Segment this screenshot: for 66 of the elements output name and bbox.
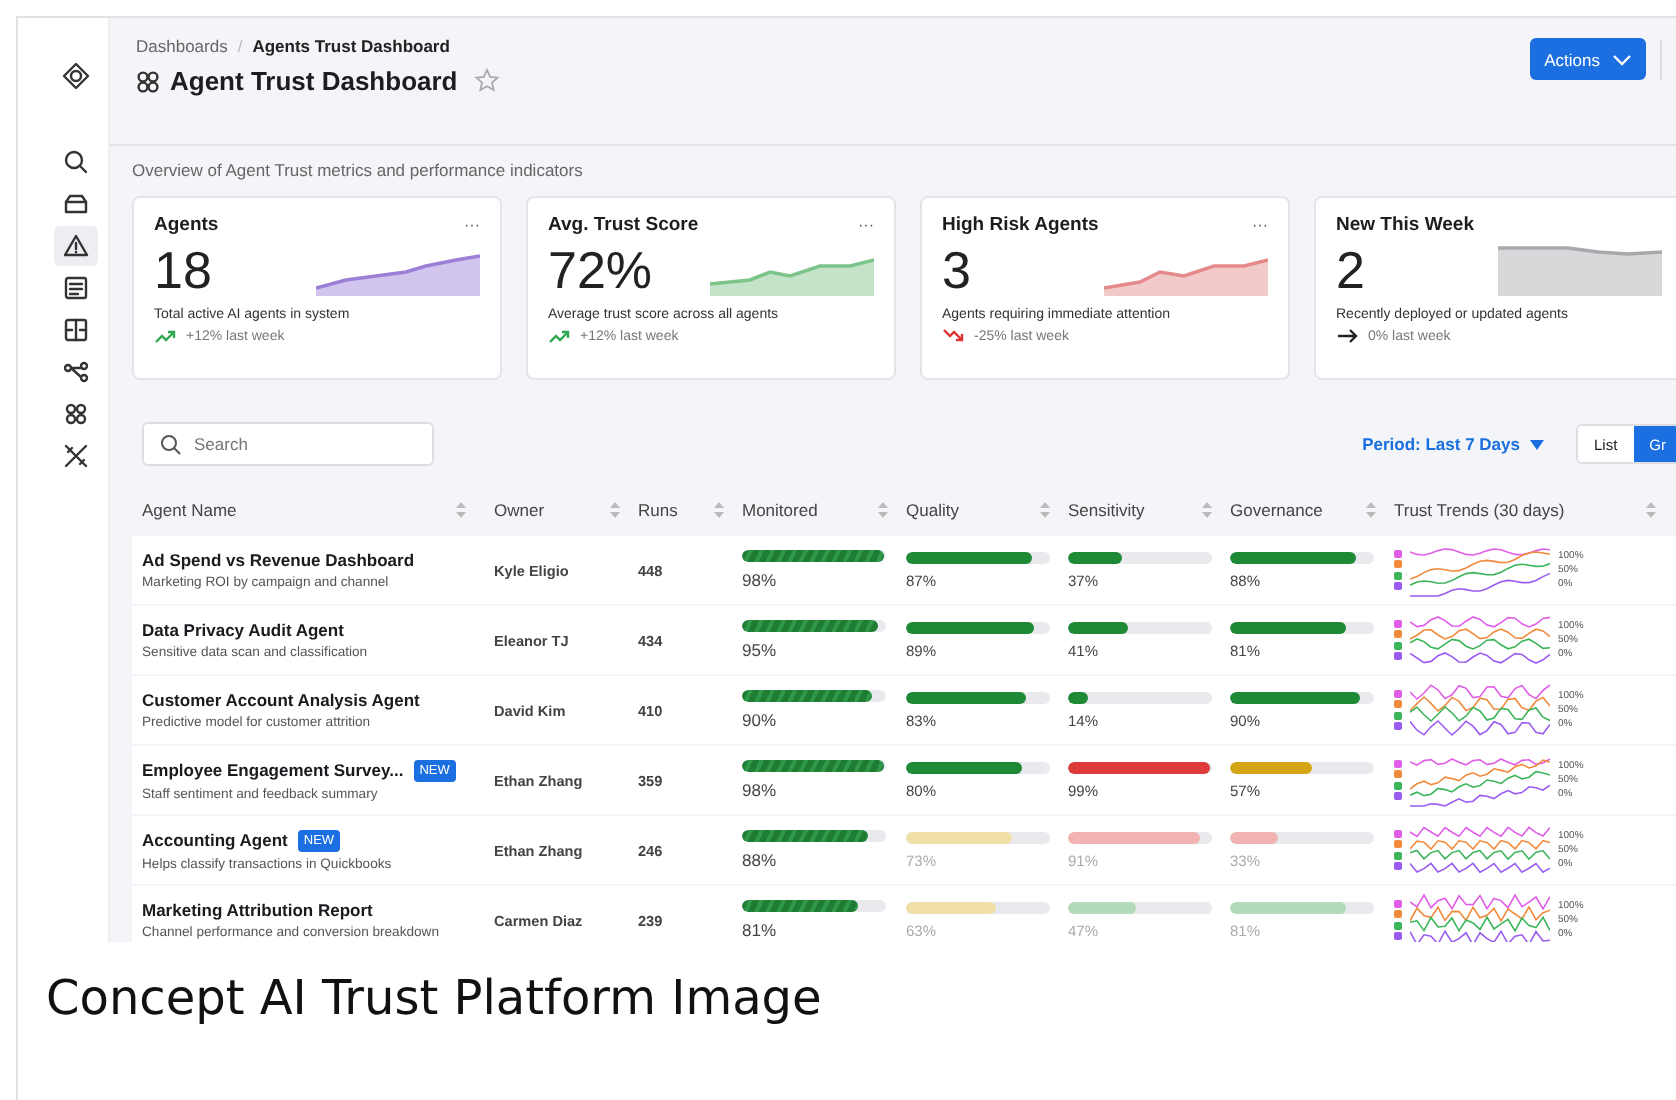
percent-text: 98% (742, 570, 779, 590)
star-icon[interactable] (473, 68, 500, 94)
column-header[interactable]: Sensitivity (1068, 500, 1145, 520)
sidebar-item[interactable] (54, 226, 98, 266)
card-value: 18 (154, 240, 212, 300)
agent-name: Customer Account Analysis Agent (142, 690, 420, 710)
sort-icon (1202, 502, 1212, 518)
column-header[interactable]: Monitored (742, 500, 818, 520)
card-title: New This Week (1336, 214, 1474, 236)
agent-name: Marketing Attribution Report (142, 900, 373, 920)
flow-icon (62, 358, 90, 386)
period-dropdown[interactable]: Period: Last 7 Days (1350, 432, 1556, 456)
card-value: 72% (548, 240, 653, 300)
column-header[interactable]: Agent Name (142, 500, 237, 520)
card-title: Avg. Trust Score (548, 214, 699, 236)
breadcrumb-separator: / (237, 36, 243, 56)
search-icon (160, 433, 182, 455)
tray-icon (62, 190, 90, 218)
trend-lines-drawing (1410, 610, 1550, 670)
sort-icon (1366, 502, 1376, 518)
actions-button[interactable]: Actions (1530, 38, 1646, 80)
column-header[interactable]: Quality (906, 500, 959, 520)
column-header[interactable]: Trust Trends (30 days) (1394, 500, 1565, 520)
caret-icon (1529, 439, 1544, 449)
page-subtitle: Overview of Agent Trust metrics and performance indicators (132, 160, 585, 180)
card-value: 3 (942, 240, 971, 300)
agent-name: Employee Engagement Survey... (142, 760, 404, 780)
sort-icon (1646, 502, 1656, 518)
column-header[interactable]: Owner (494, 500, 545, 520)
trend-lines-drawing (1410, 890, 1550, 942)
tools-icon (62, 442, 90, 470)
document-icon (62, 274, 90, 302)
card-title: High Risk Agents (942, 214, 1099, 236)
search-field[interactable]: Search (142, 422, 434, 466)
more-button[interactable]: ··· (464, 216, 480, 234)
percent-text: 98% (742, 780, 779, 800)
sort-icon (1040, 502, 1050, 518)
column-header[interactable]: Runs (638, 500, 678, 520)
image-caption: Concept AI Trust Platform Image (44, 968, 824, 1026)
column-header[interactable]: Governance (1230, 500, 1323, 520)
card-value: 2 (1336, 240, 1365, 300)
trend-lines-drawing (1410, 680, 1550, 740)
card-title: Agents (154, 214, 219, 236)
layout-icon (62, 316, 90, 344)
warning-icon (62, 232, 90, 260)
breadcrumb-link[interactable]: Agents Trust Dashboard (252, 36, 450, 56)
percent-text: 81% (742, 920, 779, 940)
percent-text: 95% (742, 640, 779, 660)
percent-text: 88% (742, 850, 779, 870)
page-title: Agent Trust Dashboard (170, 66, 458, 96)
grid-icon (62, 400, 90, 428)
sort-icon (610, 502, 620, 518)
grid-icon (136, 69, 160, 93)
more-button[interactable]: ··· (858, 216, 874, 234)
sort-icon (714, 502, 724, 518)
more-button[interactable]: ··· (1252, 216, 1268, 234)
agent-name: Data Privacy Audit Agent (142, 620, 344, 640)
agent-name: Accounting Agent (142, 830, 288, 850)
logo-icon (62, 62, 90, 90)
agent-name: Ad Spend vs Revenue Dashboard (142, 550, 415, 570)
search-icon (62, 148, 90, 176)
sort-icon (878, 502, 888, 518)
chevron-down-icon (1612, 53, 1632, 65)
breadcrumb-link[interactable]: Dashboards (136, 36, 228, 56)
percent-text: 90% (742, 710, 779, 730)
sort-icon (456, 502, 466, 518)
